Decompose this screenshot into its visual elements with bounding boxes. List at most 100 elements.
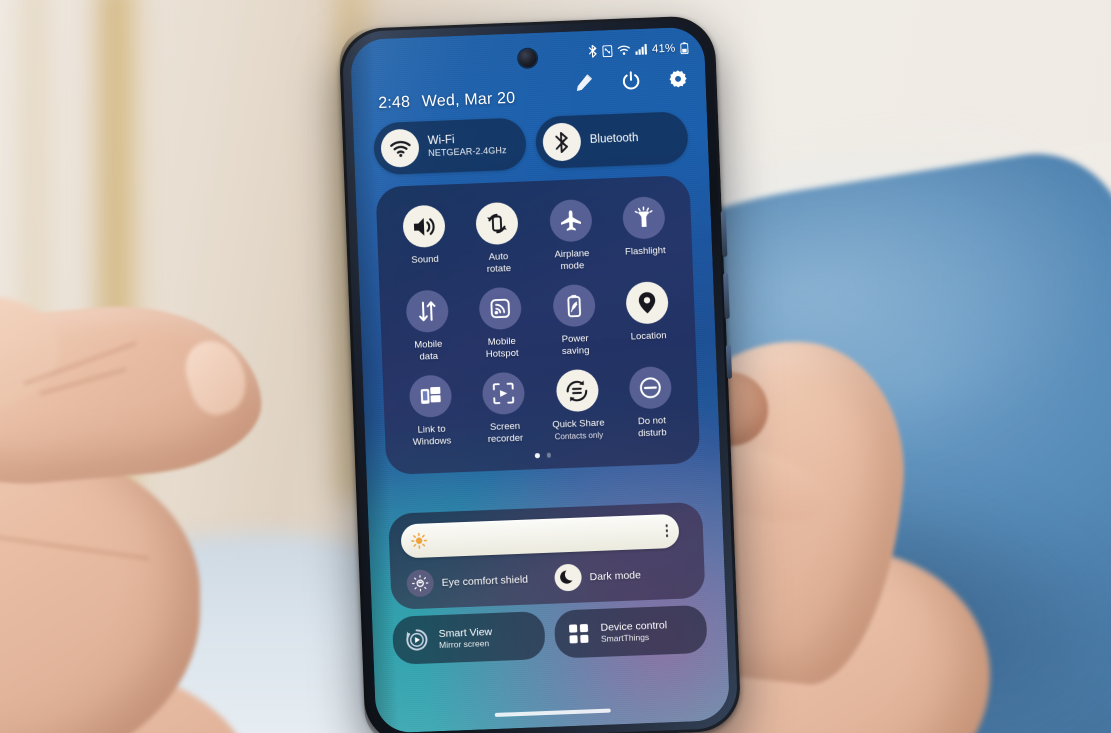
flashlight-icon [634, 206, 653, 227]
bluetooth-pill[interactable]: Bluetooth [534, 111, 689, 169]
tile-sound[interactable]: Sound [386, 204, 462, 279]
smartphone: 41% 2:48 Wed, Mar 20 Wi-Fi NETGEAR-2.4GH… [338, 15, 742, 733]
left-hand-palm [0, 446, 200, 733]
wifi-icon [617, 45, 630, 55]
display-modes-row: Eye comfort shield Dark mode [402, 559, 693, 598]
mode-label: Eye comfort shield [441, 573, 529, 589]
wifi-icon [389, 140, 411, 157]
bottom-card-row: Smart View Mirror screen Device control … [391, 604, 708, 665]
brightness-sun-icon [411, 532, 428, 549]
clock-time: 2:48 [377, 93, 411, 112]
smart-view-text: Smart View Mirror screen [438, 626, 492, 651]
edit-icon[interactable] [574, 73, 594, 93]
tile-power-saving[interactable]: Power saving [536, 283, 612, 358]
airplane-icon [560, 210, 581, 231]
smart-view-icon [406, 629, 428, 651]
auto-rotate-icon [487, 213, 508, 234]
dark-mode-toggle[interactable]: Dark mode [554, 559, 689, 592]
more-options-icon[interactable] [665, 524, 669, 538]
tile-quick-share[interactable]: Quick Share Contacts only [540, 368, 616, 443]
status-bar: 41% [588, 41, 689, 58]
tile-airplane-mode[interactable]: Airplane mode [533, 198, 609, 273]
tile-icon-circle [552, 284, 596, 328]
link-windows-icon [420, 387, 441, 405]
moon-icon [560, 570, 573, 584]
battery-percent-label: 41% [651, 42, 676, 55]
home-indicator[interactable] [494, 708, 611, 717]
brightness-slider[interactable] [400, 513, 680, 559]
mobile-data-icon [418, 301, 436, 322]
tile-link-to-windows[interactable]: Link to Windows [393, 374, 469, 449]
signal-icon [635, 44, 647, 55]
tile-label: Screen recorder [487, 421, 524, 445]
mode-icon-circle [406, 569, 435, 598]
tile-label: Mobile Hotspot [485, 336, 519, 360]
hotspot-icon [490, 298, 511, 319]
clock-date-label: Wed, Mar 20 [421, 89, 516, 111]
settings-gear-icon[interactable] [668, 69, 688, 89]
eye-comfort-shield-toggle[interactable]: Eye comfort shield [406, 565, 541, 598]
do-not-disturb-icon [640, 377, 662, 399]
tile-icon-circle [625, 281, 670, 325]
location-pin-icon [639, 292, 656, 314]
tile-label: Auto rotate [486, 251, 512, 275]
tile-label: Do not disturb [637, 415, 667, 440]
smart-view-card[interactable]: Smart View Mirror screen [391, 611, 546, 665]
bluetooth-pill-title: Bluetooth [589, 132, 639, 147]
mode-icon-circle [554, 563, 583, 592]
wifi-pill-subtitle: NETGEAR-2.4GHz [428, 145, 507, 159]
tile-label: Sound [411, 253, 439, 266]
brightness-card: Eye comfort shield Dark mode [388, 501, 706, 610]
tile-mobile-data[interactable]: Mobile data [390, 289, 466, 364]
tile-icon-circle [401, 204, 446, 249]
screen-recorder-icon [493, 383, 515, 405]
quick-settings-grid: Sound Auto rotate Airplane mode Flashlig… [386, 195, 689, 449]
wifi-pill[interactable]: Wi-Fi NETGEAR-2.4GHz [373, 117, 527, 176]
smart-view-subtitle: Mirror screen [438, 638, 490, 651]
clock-date: 2:48 Wed, Mar 20 [378, 90, 516, 113]
bluetooth-pill-icon-circle [542, 122, 582, 162]
tile-label: Power saving [561, 333, 590, 357]
page-indicator[interactable] [396, 448, 690, 467]
tile-icon-circle [481, 371, 526, 416]
tile-auto-rotate[interactable]: Auto rotate [460, 201, 536, 276]
device-control-icon [569, 624, 589, 644]
bluetooth-pill-text: Bluetooth [590, 132, 639, 147]
page-dot-2[interactable] [546, 453, 551, 458]
tile-label: Link to Windows [412, 423, 452, 448]
device-control-card[interactable]: Device control SmartThings [553, 604, 708, 659]
wifi-pill-icon-circle [380, 128, 420, 168]
mode-label: Dark mode [589, 568, 642, 583]
bluetooth-icon [554, 131, 568, 153]
tile-label: Location [630, 330, 667, 343]
tile-label: Flashlight [624, 245, 666, 258]
battery-icon [680, 41, 689, 54]
tile-location[interactable]: Location [610, 281, 686, 356]
battery-leaf-icon [567, 295, 581, 318]
bluetooth-icon [588, 44, 597, 58]
tile-icon-circle [475, 201, 520, 246]
tile-mobile-hotspot[interactable]: Mobile Hotspot [463, 286, 539, 361]
connection-pill-row: Wi-Fi NETGEAR-2.4GHz Bluetooth [373, 111, 689, 176]
front-camera [518, 48, 537, 68]
page-dot-1[interactable] [534, 453, 540, 459]
power-icon[interactable] [621, 71, 641, 91]
tile-flashlight[interactable]: Flashlight [607, 195, 683, 270]
tile-label: Quick Share [552, 417, 605, 431]
panel-header-actions [574, 69, 688, 92]
sound-icon [413, 217, 435, 236]
device-control-subtitle: SmartThings [600, 632, 650, 645]
device-control-icon-wrap [565, 620, 592, 647]
photo-scene: 41% 2:48 Wed, Mar 20 Wi-Fi NETGEAR-2.4GH… [0, 0, 1111, 733]
quick-share-icon [566, 380, 588, 402]
quick-settings-panel: Sound Auto rotate Airplane mode Flashlig… [375, 175, 701, 475]
tile-icon-circle [555, 369, 599, 413]
tile-icon-circle [405, 289, 449, 334]
wifi-pill-text: Wi-Fi NETGEAR-2.4GHz [428, 132, 507, 159]
tile-icon-circle [478, 286, 523, 331]
tile-do-not-disturb[interactable]: Do not disturb [613, 366, 689, 441]
tile-screen-recorder[interactable]: Screen recorder [466, 371, 542, 446]
device-control-text: Device control SmartThings [600, 619, 667, 644]
phone-screen: 41% 2:48 Wed, Mar 20 Wi-Fi NETGEAR-2.4GH… [349, 26, 731, 733]
tile-icon-circle [622, 196, 666, 240]
